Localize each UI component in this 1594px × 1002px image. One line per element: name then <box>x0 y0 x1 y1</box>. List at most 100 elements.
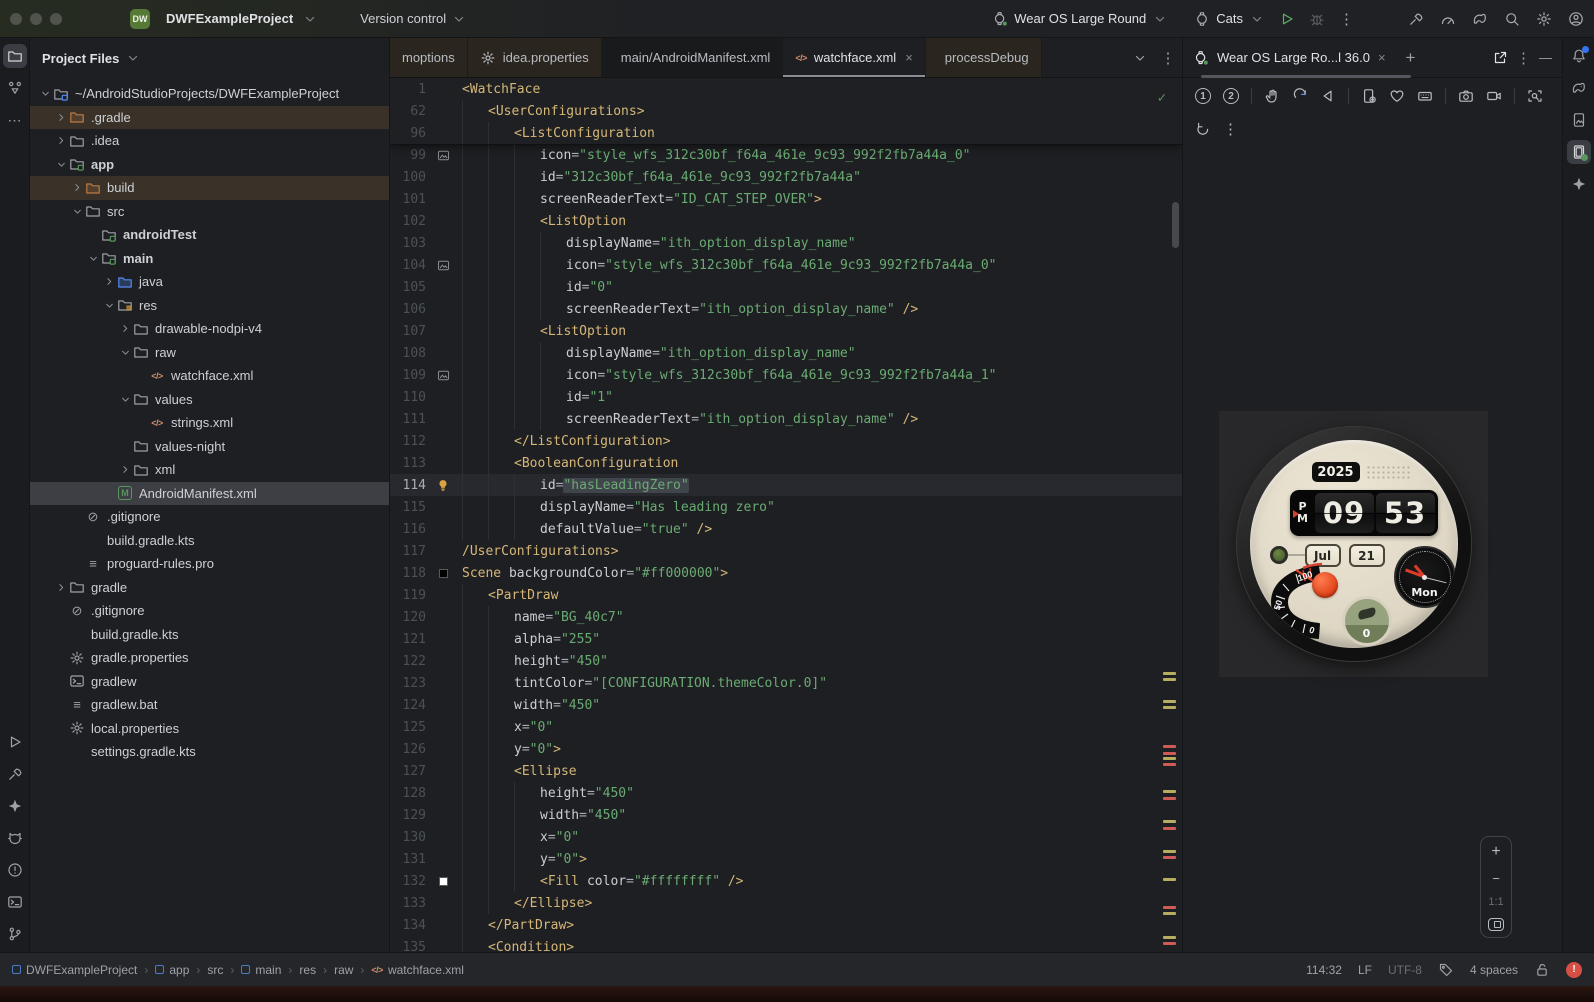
gradle-sync-icon[interactable] <box>1472 11 1488 27</box>
window-minimize-button[interactable] <box>30 12 42 25</box>
tool-stripe-gemini-icon[interactable] <box>1567 172 1591 196</box>
tree-chevron-icon[interactable] <box>102 299 116 312</box>
tree-item[interactable]: ≡ gradlew.bat <box>30 693 389 717</box>
breadcrumb-item[interactable]: raw <box>334 963 353 977</box>
window-zoom-button[interactable] <box>50 12 62 25</box>
profiler-icon[interactable] <box>1440 11 1456 27</box>
tree-item[interactable]: build.gradle.kts <box>30 529 389 553</box>
code-line[interactable]: 111 screenReaderText = "ith_option_display_… <box>390 408 1182 430</box>
gutter-image-icon[interactable] <box>430 259 456 272</box>
encoding-widget[interactable]: UTF-8 <box>1388 963 1422 977</box>
code-line[interactable]: 119 <PartDraw <box>390 584 1182 606</box>
tool-stripe-more-icon[interactable]: ⋯ <box>3 108 27 132</box>
tree-chevron-icon[interactable] <box>70 181 84 194</box>
inspections-ok-icon[interactable]: ✓ <box>1158 90 1166 106</box>
tree-item[interactable]: .idea <box>30 129 389 153</box>
code-line[interactable]: 132 <Fill color = "#ffffffff" /> <box>390 870 1182 892</box>
code-line[interactable]: 105 id = "0" <box>390 276 1182 298</box>
tool-stripe-structure-icon[interactable] <box>3 76 27 100</box>
tool-stripe-run-icon[interactable] <box>3 730 27 754</box>
sticky-code-line[interactable]: 62 <UserConfigurations> <box>390 100 1182 122</box>
gutter-bulb-icon[interactable] <box>430 478 456 492</box>
breadcrumb-item[interactable]: DWFExampleProject <box>12 963 137 977</box>
code-line[interactable]: 116 defaultValue = "true" /> <box>390 518 1182 540</box>
device-toolbar-screen-search-icon[interactable] <box>1527 88 1543 104</box>
code-line[interactable]: 131 y = "0" > <box>390 848 1182 870</box>
tree-chevron-icon[interactable] <box>54 581 68 594</box>
device-tab-close-icon[interactable]: × <box>1378 50 1386 65</box>
code-line[interactable]: 126 y = "0" > <box>390 738 1182 760</box>
breadcrumb-item[interactable]: app <box>155 963 189 977</box>
tree-chevron-icon[interactable] <box>102 275 116 288</box>
tool-stripe-running-devices-icon[interactable] <box>1566 140 1591 164</box>
code-line[interactable]: 120 name = "BG_40c7" <box>390 606 1182 628</box>
tool-stripe-problems-icon[interactable] <box>3 858 27 882</box>
line-ending-widget[interactable]: LF <box>1358 963 1372 977</box>
tree-item[interactable]: gradle <box>30 576 389 600</box>
tree-item[interactable]: java <box>30 270 389 294</box>
debug-button[interactable] <box>1309 11 1325 27</box>
code-line[interactable]: 103 displayName = "ith_option_display_name" <box>390 232 1182 254</box>
tree-chevron-icon[interactable] <box>54 158 68 171</box>
code-editor[interactable]: 99 icon = "style_wfs_312c30bf_f64a_461e_9c9… <box>390 78 1182 952</box>
code-line[interactable]: 108 displayName = "ith_option_display_name" <box>390 342 1182 364</box>
add-device-button[interactable]: + <box>1406 48 1416 68</box>
tree-item[interactable]: .gradle <box>30 105 389 129</box>
tree-chevron-icon[interactable] <box>86 252 100 265</box>
tool-stripe-logcat-icon[interactable] <box>3 826 27 850</box>
sticky-code-line[interactable]: 96 <ListConfiguration <box>390 122 1182 144</box>
tree-chevron-icon[interactable] <box>118 346 132 359</box>
zoom-to-fit-button[interactable] <box>1488 918 1504 931</box>
code-line[interactable]: 104 icon = "style_wfs_312c30bf_f64a_461e_9c… <box>390 254 1182 276</box>
tree-item[interactable]: settings.gradle.kts <box>30 740 389 764</box>
code-line[interactable]: 110 id = "1" <box>390 386 1182 408</box>
tree-chevron-icon[interactable] <box>118 393 132 406</box>
code-line[interactable]: 113 <BooleanConfiguration <box>390 452 1182 474</box>
tree-item[interactable]: drawable-nodpi-v4 <box>30 317 389 341</box>
tree-item[interactable]: build.gradle.kts <box>30 623 389 647</box>
device-toolbar-restart-icon[interactable] <box>1195 121 1211 137</box>
code-line[interactable]: 125 x = "0" <box>390 716 1182 738</box>
tool-stripe-build-icon[interactable] <box>3 762 27 786</box>
editor-tab[interactable]: moptions <box>390 38 468 77</box>
gutter-image-icon[interactable] <box>430 149 456 162</box>
run-configuration-selector[interactable]: Cats <box>1194 11 1265 27</box>
window-close-button[interactable] <box>10 12 22 25</box>
tree-item[interactable]: res <box>30 294 389 318</box>
code-line[interactable]: 102 <ListOption <box>390 210 1182 232</box>
tree-item[interactable]: </> strings.xml <box>30 411 389 435</box>
tree-chevron-icon[interactable] <box>54 111 68 124</box>
tree-item[interactable]: app <box>30 153 389 177</box>
device-toolbar-camera-icon[interactable] <box>1458 88 1474 104</box>
code-line[interactable]: 114 id = "hasLeadingZero" <box>390 474 1182 496</box>
device-toolbar-hand-icon[interactable] <box>1264 88 1280 104</box>
code-line[interactable]: 117/UserConfigurations> <box>390 540 1182 562</box>
breadcrumb-item[interactable]: main <box>241 963 281 977</box>
tree-item[interactable]: local.properties <box>30 717 389 741</box>
editor-tab[interactable]: main/AndroidManifest.xml <box>601 38 784 77</box>
tree-chevron-icon[interactable] <box>118 322 132 335</box>
tool-stripe-terminal-icon[interactable] <box>3 890 27 914</box>
open-in-window-icon[interactable] <box>1492 50 1508 66</box>
code-line[interactable]: 122 height = "450" <box>390 650 1182 672</box>
tree-chevron-icon[interactable] <box>118 463 132 476</box>
device-toolbar-circle-2-icon[interactable]: 2 <box>1223 88 1239 104</box>
code-line[interactable]: 118 Scene backgroundColor = "#ff000000" > <box>390 562 1182 584</box>
editor-tab[interactable]: </> watchface.xml × <box>783 38 926 77</box>
code-line[interactable]: 109 icon = "style_wfs_312c30bf_f64a_461e_9c… <box>390 364 1182 386</box>
code-line[interactable]: 121 alpha = "255" <box>390 628 1182 650</box>
tool-stripe-device-explorer-icon[interactable] <box>1567 108 1591 132</box>
tree-item[interactable]: ⊘ .gitignore <box>30 505 389 529</box>
code-line[interactable]: 124 width = "450" <box>390 694 1182 716</box>
zoom-reset-button[interactable]: 1:1 <box>1488 896 1503 908</box>
device-toolbar-circle-1-icon[interactable]: 1 <box>1195 88 1211 104</box>
tree-chevron-icon[interactable] <box>38 87 52 100</box>
editor-tab[interactable]: processDebug <box>925 38 1042 77</box>
settings-icon[interactable] <box>1536 11 1552 27</box>
gutter-swatch-black-icon[interactable] <box>430 568 456 578</box>
gutter-swatch-white-icon[interactable] <box>430 876 456 886</box>
code-line[interactable]: 115 displayName = "Has leading zero" <box>390 496 1182 518</box>
device-selector[interactable]: Wear OS Large Round <box>992 11 1168 27</box>
tree-item[interactable]: ⊘ .gitignore <box>30 599 389 623</box>
more-actions-kebab-icon[interactable]: ⋮ <box>1339 10 1354 28</box>
